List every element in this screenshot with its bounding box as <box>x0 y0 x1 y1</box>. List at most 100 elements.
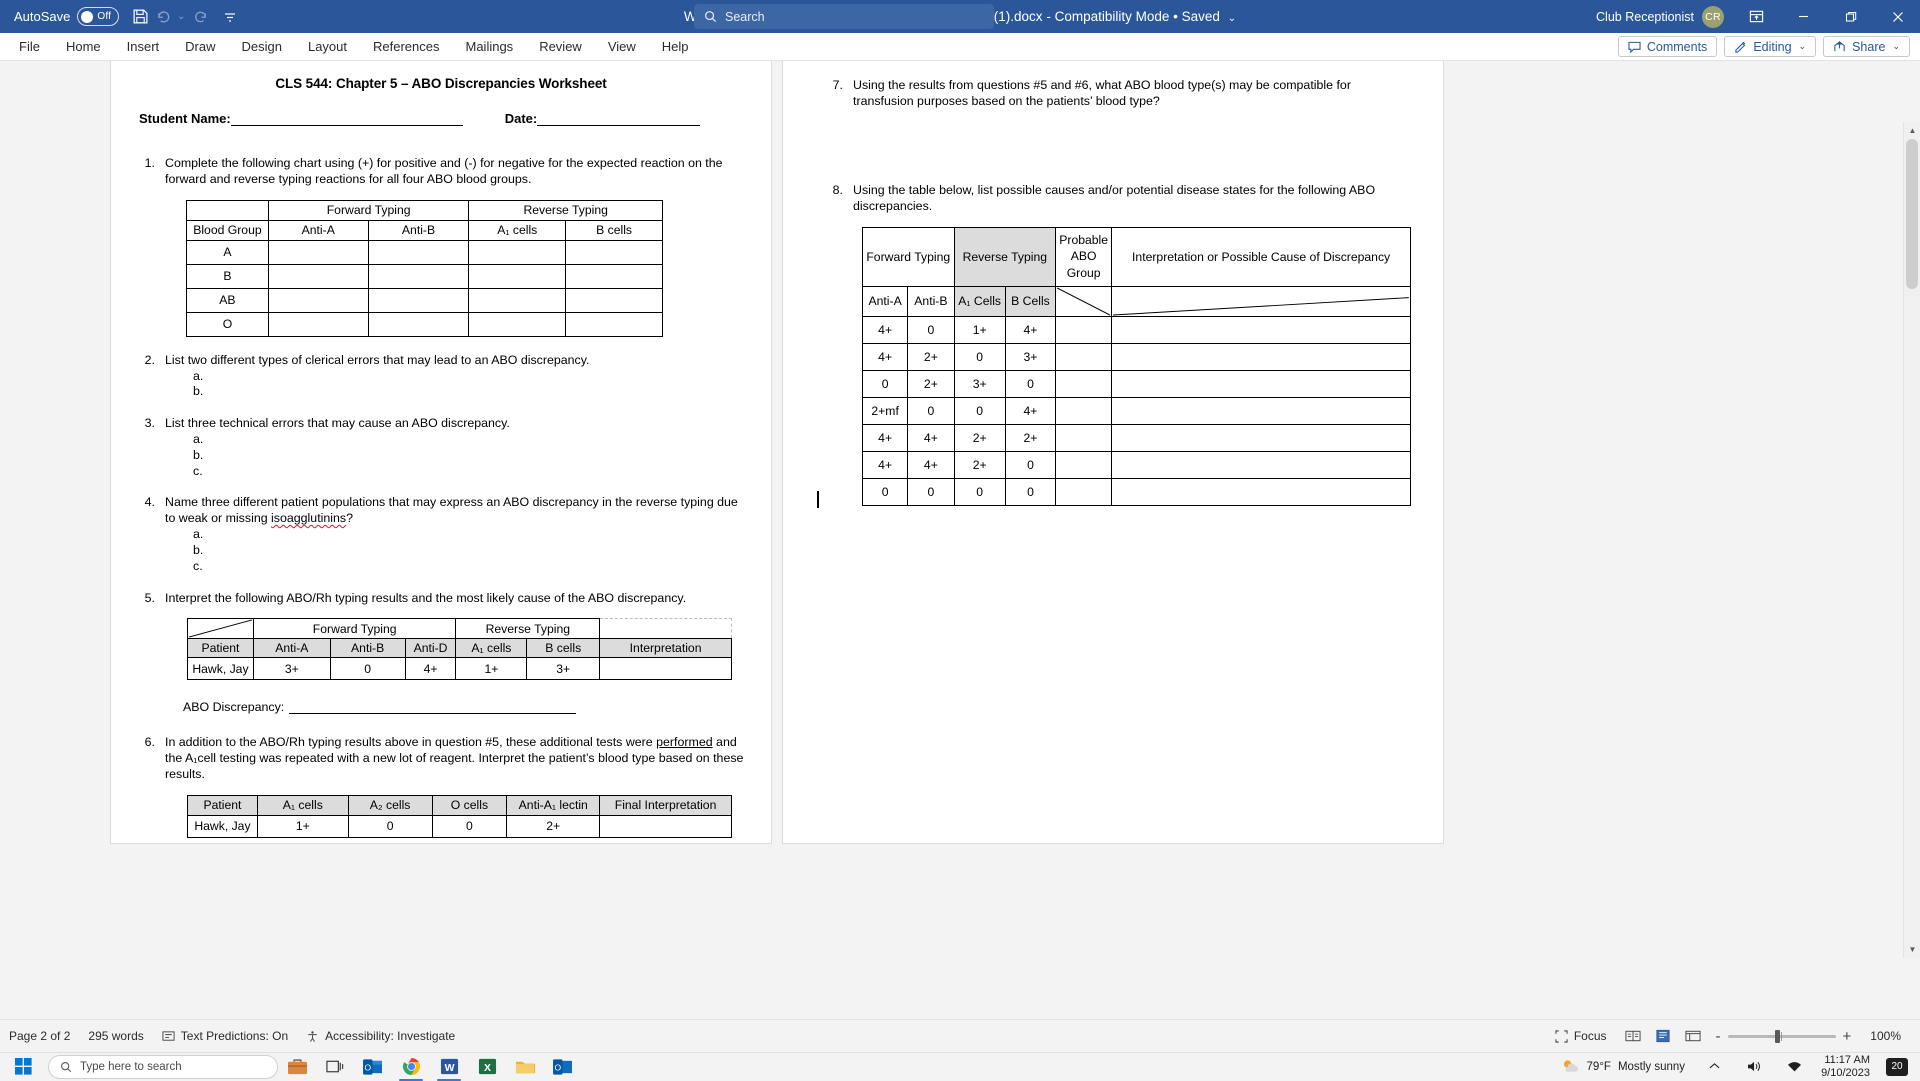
q5-cell[interactable]: 4+ <box>405 658 456 680</box>
abo-discrepancy-blank[interactable] <box>289 700 576 714</box>
show-hidden-icons-button[interactable] <box>1695 1053 1733 1081</box>
question-6-table[interactable]: Patient A₁ cells A₂ cells O cells Anti-A… <box>187 795 732 838</box>
q6-cell[interactable]: 1+ <box>257 815 348 837</box>
q8-cell-group[interactable] <box>1056 451 1112 478</box>
saved-status[interactable]: Saved <box>1182 9 1220 24</box>
tab-design[interactable]: Design <box>229 35 295 58</box>
q8-cell[interactable]: 4+ <box>908 424 954 451</box>
start-button[interactable] <box>0 1053 46 1081</box>
q8-cell[interactable]: 0 <box>908 316 954 343</box>
q8-cell[interactable]: 0 <box>954 397 1005 424</box>
q8-cell[interactable]: 0 <box>863 478 908 505</box>
q6-cell[interactable]: 0 <box>348 815 432 837</box>
q8-cell[interactable]: 3+ <box>1005 343 1055 370</box>
q8-cell-interpretation[interactable] <box>1112 370 1411 397</box>
q8-cell-group[interactable] <box>1056 343 1112 370</box>
q1-cell[interactable] <box>268 240 368 264</box>
q8-cell[interactable]: 2+ <box>1005 424 1055 451</box>
q8-cell[interactable]: 2+ <box>954 451 1005 478</box>
q8-cell[interactable]: 4+ <box>908 451 954 478</box>
q8-cell-group[interactable] <box>1056 316 1112 343</box>
q8-cell[interactable]: 4+ <box>863 451 908 478</box>
question-3-item-a[interactable]: a. <box>193 432 771 448</box>
outlook-icon[interactable]: O <box>354 1053 392 1081</box>
network-icon[interactable] <box>1775 1053 1813 1081</box>
tab-view[interactable]: View <box>595 35 649 58</box>
avatar[interactable]: CR <box>1702 6 1724 28</box>
q8-cell[interactable]: 0 <box>954 343 1005 370</box>
q1-cell[interactable] <box>268 264 368 288</box>
chevron-down-icon[interactable]: ⌄ <box>1799 41 1807 52</box>
q8-cell[interactable]: 0 <box>863 370 908 397</box>
q8-cell-interpretation[interactable] <box>1112 316 1411 343</box>
web-layout-button[interactable] <box>1680 1025 1706 1047</box>
q8-cell[interactable]: 2+ <box>908 370 954 397</box>
q1-cell[interactable] <box>268 288 368 312</box>
task-view-icon[interactable] <box>316 1053 354 1081</box>
word-icon[interactable]: W <box>430 1053 468 1081</box>
q5-cell[interactable]: 3+ <box>527 658 600 680</box>
q5-cell[interactable]: 3+ <box>253 658 330 680</box>
q5-cell[interactable]: 1+ <box>456 658 527 680</box>
folder-icon[interactable] <box>506 1053 544 1081</box>
share-button[interactable]: Share ⌄ <box>1823 36 1910 57</box>
q8-cell[interactable]: 3+ <box>954 370 1005 397</box>
tab-references[interactable]: References <box>360 35 452 58</box>
page-indicator[interactable]: Page 2 of 2 <box>0 1024 79 1048</box>
vertical-scrollbar[interactable]: ▲ ▼ <box>1903 122 1920 958</box>
scroll-up-arrow-icon[interactable]: ▲ <box>1904 122 1920 139</box>
q1-cell[interactable] <box>566 312 663 336</box>
volume-icon[interactable] <box>1735 1053 1773 1081</box>
weather-widget[interactable]: 79°F Mostly sunny <box>1553 1058 1694 1075</box>
question-4-item-b[interactable]: b. <box>193 543 771 559</box>
restore-button[interactable] <box>1828 0 1873 33</box>
text-predictions[interactable]: Text Predictions: On <box>153 1024 297 1048</box>
q5-cell-interpretation[interactable] <box>600 658 732 680</box>
outlook2-icon[interactable]: O <box>544 1053 582 1081</box>
tab-help[interactable]: Help <box>649 35 702 58</box>
zoom-slider-track[interactable] <box>1728 1035 1836 1038</box>
q5-cell[interactable]: 0 <box>330 658 405 680</box>
undo-icon[interactable]: ⌄ <box>155 4 185 30</box>
q8-cell[interactable]: 0 <box>1005 451 1055 478</box>
zoom-level[interactable]: 100% <box>1861 1024 1910 1048</box>
minimize-button[interactable] <box>1781 0 1826 33</box>
q8-cell[interactable]: 0 <box>908 478 954 505</box>
q1-cell[interactable] <box>469 240 566 264</box>
zoom-slider[interactable]: - + <box>1710 1028 1858 1045</box>
q8-cell[interactable]: 2+mf <box>863 397 908 424</box>
q6-cell-final[interactable] <box>600 815 732 837</box>
q8-cell-interpretation[interactable] <box>1112 424 1411 451</box>
scroll-down-arrow-icon[interactable]: ▼ <box>1904 941 1920 958</box>
chevron-down-icon[interactable]: ⌄ <box>1892 41 1900 52</box>
q8-cell-interpretation[interactable] <box>1112 478 1411 505</box>
tab-review[interactable]: Review <box>526 35 595 58</box>
q8-cell[interactable]: 4+ <box>1005 316 1055 343</box>
document-page-right[interactable]: 7. Using the results from questions #5 a… <box>783 61 1443 843</box>
question-3-item-b[interactable]: b. <box>193 448 771 464</box>
q8-cell[interactable]: 4+ <box>863 343 908 370</box>
q1-cell[interactable] <box>469 288 566 312</box>
tab-file[interactable]: File <box>6 35 53 58</box>
save-icon[interactable] <box>125 4 155 30</box>
q8-cell-interpretation[interactable] <box>1112 451 1411 478</box>
chevron-down-icon[interactable]: ⌄ <box>1228 13 1236 24</box>
accessibility-status[interactable]: Accessibility: Investigate <box>297 1024 464 1048</box>
q6-cell[interactable]: 2+ <box>507 815 600 837</box>
q1-cell[interactable] <box>566 240 663 264</box>
question-4-item-c[interactable]: c. <box>193 559 771 575</box>
close-button[interactable] <box>1875 0 1920 33</box>
q1-cell[interactable] <box>566 288 663 312</box>
comments-button[interactable]: Comments <box>1618 36 1717 57</box>
question-4-item-a[interactable]: a. <box>193 527 771 543</box>
q1-cell[interactable] <box>368 312 469 336</box>
q8-cell[interactable]: 2+ <box>954 424 1005 451</box>
autosave-control[interactable]: AutoSave Off <box>8 4 125 30</box>
read-mode-button[interactable] <box>1620 1025 1646 1047</box>
q8-cell[interactable]: 0 <box>1005 370 1055 397</box>
redo-icon[interactable] <box>185 4 215 30</box>
student-name-blank[interactable] <box>231 111 463 126</box>
chrome-icon[interactable] <box>392 1053 430 1081</box>
question-1-table[interactable]: Forward Typing Reverse Typing Blood Grou… <box>186 200 663 337</box>
document-page-left[interactable]: CLS 544: Chapter 5 – ABO Discrepancies W… <box>111 61 771 843</box>
